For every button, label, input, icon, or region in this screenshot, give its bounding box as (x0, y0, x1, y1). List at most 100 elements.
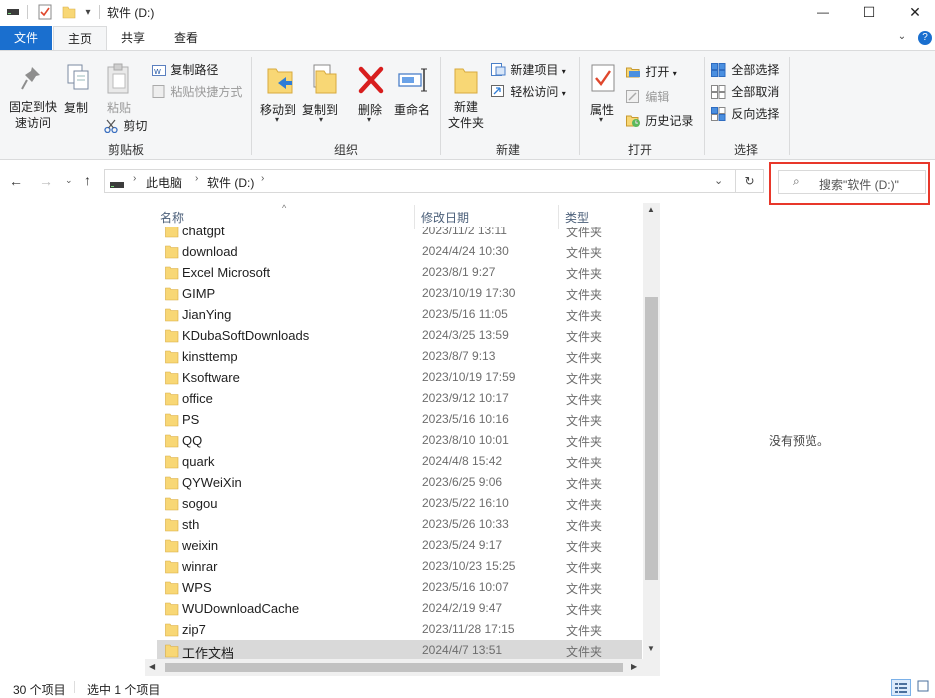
file-name[interactable]: chatgpt (182, 227, 225, 238)
select-none-button[interactable]: 全部取消 (711, 83, 779, 100)
delete-button[interactable]: 删除 ▾ (355, 57, 387, 137)
file-row[interactable]: KDubaSoftDownloads 2024/3/25 13:59 文件夹 (157, 325, 642, 346)
new-item-button[interactable]: 新建项目 ▾ (491, 61, 566, 78)
file-name[interactable]: WPS (182, 580, 212, 595)
horizontal-scroll-thumb[interactable] (165, 663, 623, 672)
file-name[interactable]: QYWeiXin (182, 475, 242, 490)
large-icons-view-button[interactable] (914, 679, 934, 696)
easy-access-button[interactable]: 轻松访问 ▾ (491, 83, 566, 100)
file-row[interactable]: GIMP 2023/10/19 17:30 文件夹 (157, 283, 642, 304)
open-button[interactable]: 打开 ▾ (626, 63, 677, 80)
file-row[interactable]: PS 2023/5/16 10:16 文件夹 (157, 409, 642, 430)
file-name[interactable]: weixin (182, 538, 218, 553)
address-history-chevron-icon[interactable]: ⌄ (714, 174, 723, 187)
history-button[interactable]: 历史记录 (626, 112, 693, 129)
invert-selection-button[interactable]: 反向选择 (711, 105, 779, 122)
file-row[interactable]: WUDownloadCache 2024/2/19 9:47 文件夹 (157, 598, 642, 619)
properties-icon[interactable] (37, 3, 53, 21)
breadcrumb-this-pc[interactable]: 此电脑 (146, 174, 182, 191)
scroll-left-icon[interactable]: ◀ (149, 662, 155, 671)
copy-path-button[interactable]: W 复制路径 (152, 61, 218, 78)
file-name[interactable]: download (182, 244, 238, 259)
file-row[interactable]: quark 2024/4/8 15:42 文件夹 (157, 451, 642, 472)
file-name[interactable]: zip7 (182, 622, 206, 637)
refresh-button[interactable]: ↻ (736, 169, 764, 193)
chevron-down-icon[interactable]: ⌄ (895, 31, 909, 45)
file-name[interactable]: QQ (182, 433, 202, 448)
file-row[interactable]: QYWeiXin 2023/6/25 9:06 文件夹 (157, 472, 642, 493)
file-row[interactable]: weixin 2023/5/24 9:17 文件夹 (157, 535, 642, 556)
pin-quick-access-button[interactable]: 固定到快 速访问 (4, 57, 58, 132)
file-list[interactable]: ^ 名称 修改日期 类型 chatgpt 2023/11/2 13:11 文件夹 do… (145, 203, 660, 676)
scroll-up-icon[interactable]: ▲ (647, 205, 655, 214)
tab-share[interactable]: 共享 (108, 26, 158, 51)
select-all-button[interactable]: 全部选择 (711, 61, 779, 78)
file-name[interactable]: Ksoftware (182, 370, 240, 385)
file-row[interactable]: WPS 2023/5/16 10:07 文件夹 (157, 577, 642, 598)
up-arrow-icon[interactable]: ↑ (84, 172, 91, 188)
file-row[interactable]: download 2024/4/24 10:30 文件夹 (157, 241, 642, 262)
move-to-button[interactable]: 移动到 ▾ (258, 57, 298, 137)
file-name[interactable]: PS (182, 412, 199, 427)
scroll-right-icon[interactable]: ▶ (631, 662, 637, 671)
maximize-button[interactable]: ☐ (846, 0, 892, 24)
tab-view[interactable]: 查看 (160, 26, 212, 51)
file-row[interactable]: office 2023/9/12 10:17 文件夹 (157, 388, 642, 409)
paste-shortcut-button[interactable]: 粘贴快捷方式 (152, 83, 242, 100)
edit-button[interactable]: 编辑 (626, 88, 669, 105)
file-row[interactable]: kinsttemp 2023/8/7 9:13 文件夹 (157, 346, 642, 367)
file-name[interactable]: kinsttemp (182, 349, 238, 364)
horizontal-scrollbar[interactable]: ◀ ▶ (145, 659, 643, 676)
cut-button[interactable]: 剪切 (104, 117, 147, 134)
customize-toolbar-icon[interactable]: ▾ (82, 3, 94, 21)
help-icon[interactable]: ? (918, 31, 932, 45)
close-button[interactable]: ✕ (892, 0, 935, 24)
file-name[interactable]: Excel Microsoft (182, 265, 270, 280)
file-name[interactable]: 工作文档 (182, 643, 234, 659)
column-divider[interactable] (414, 205, 415, 229)
new-folder-icon[interactable] (61, 3, 77, 21)
column-divider[interactable] (558, 205, 559, 229)
file-row[interactable]: JianYing 2023/5/16 11:05 文件夹 (157, 304, 642, 325)
file-name[interactable]: JianYing (182, 307, 231, 322)
new-group-label: 新建 (495, 143, 520, 157)
file-name[interactable]: quark (182, 454, 215, 469)
file-row[interactable]: 工作文档 2024/4/7 13:51 文件夹 (157, 640, 642, 659)
file-row[interactable]: zip7 2023/11/28 17:15 文件夹 (157, 619, 642, 640)
file-row[interactable]: Ksoftware 2023/10/19 17:59 文件夹 (157, 367, 642, 388)
column-header-type[interactable]: 类型 (565, 209, 589, 226)
vertical-scroll-thumb[interactable] (645, 297, 658, 580)
file-row[interactable]: sogou 2023/5/22 16:10 文件夹 (157, 493, 642, 514)
file-name[interactable]: winrar (182, 559, 217, 574)
minimize-button[interactable]: — (800, 0, 846, 24)
copy-button[interactable]: 复制 (62, 57, 92, 115)
file-row[interactable]: winrar 2023/10/23 15:25 文件夹 (157, 556, 642, 577)
new-folder-button[interactable]: 新建 文件夹 (446, 57, 486, 137)
file-name[interactable]: KDubaSoftDownloads (182, 328, 309, 343)
paste-button[interactable]: 粘贴 (104, 57, 134, 115)
column-header-date[interactable]: 修改日期 (421, 209, 469, 226)
copy-to-button[interactable]: 复制到 ▾ (302, 57, 342, 137)
scroll-down-icon[interactable]: ▼ (647, 644, 655, 653)
column-header-name[interactable]: 名称 (160, 209, 184, 226)
breadcrumb-drive-d[interactable]: 软件 (D:) (207, 174, 254, 191)
details-view-button[interactable] (891, 679, 911, 696)
file-name[interactable]: sth (182, 517, 199, 532)
file-row[interactable]: sth 2023/5/26 10:33 文件夹 (157, 514, 642, 535)
vertical-scrollbar[interactable]: ▲ ▼ (643, 203, 660, 659)
address-bar[interactable]: › 此电脑 › 软件 (D:) › ⌄ (104, 169, 736, 193)
file-name[interactable]: sogou (182, 496, 217, 511)
tab-home[interactable]: 主页 (53, 26, 107, 51)
properties-button[interactable]: 属性 ▾ (586, 57, 620, 127)
tab-file[interactable]: 文件 (0, 26, 52, 50)
file-name[interactable]: office (182, 391, 213, 406)
file-name[interactable]: GIMP (182, 286, 215, 301)
recent-locations-chevron-icon[interactable]: ⌄ (65, 175, 73, 186)
file-row[interactable]: Excel Microsoft 2023/8/1 9:27 文件夹 (157, 262, 642, 283)
forward-arrow-icon[interactable]: → (39, 173, 53, 189)
back-arrow-icon[interactable]: ← (9, 173, 23, 189)
file-name[interactable]: WUDownloadCache (182, 601, 299, 616)
file-row[interactable]: QQ 2023/8/10 10:01 文件夹 (157, 430, 642, 451)
file-row[interactable]: chatgpt 2023/11/2 13:11 文件夹 (157, 227, 642, 241)
rename-button[interactable]: 重命名 (392, 57, 432, 117)
